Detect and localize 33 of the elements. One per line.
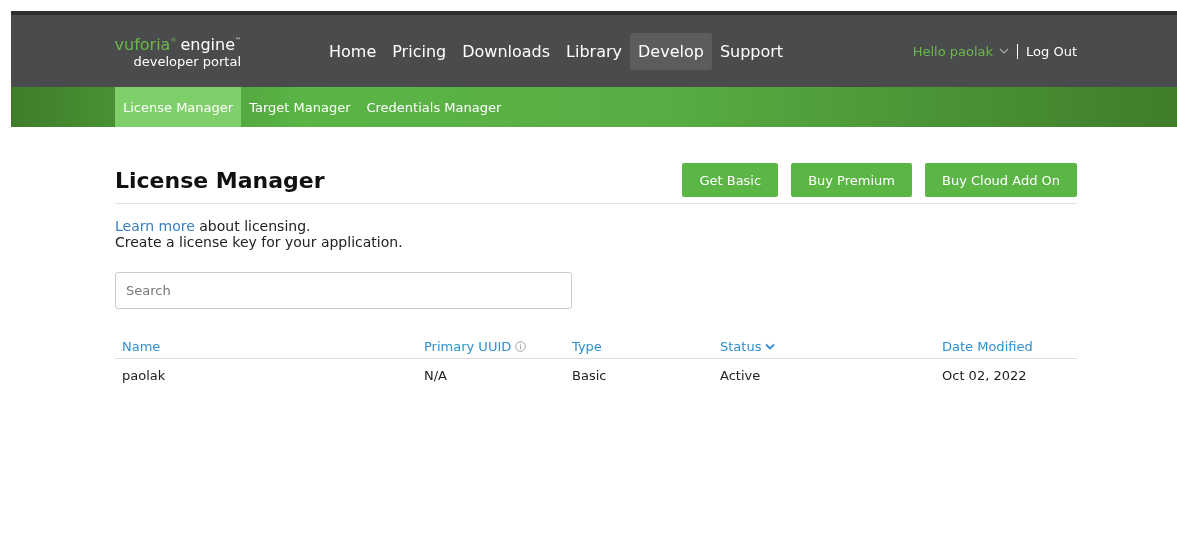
- column-header[interactable]: Primary UUID: [424, 339, 512, 354]
- user-menu[interactable]: Hello paolak: [912, 43, 1019, 59]
- subnav-tab[interactable]: Credentials Manager: [358, 87, 510, 127]
- logo-brand: vuforia: [114, 36, 171, 54]
- action-button[interactable]: Buy Cloud Add On: [924, 163, 1077, 197]
- search-field[interactable]: Search: [115, 272, 572, 309]
- subnav-tab[interactable]: Target Manager: [241, 87, 359, 127]
- logo-product: engine: [180, 36, 235, 54]
- intro-text: Learn more about licensing.: [115, 218, 312, 234]
- learn-more-link[interactable]: Learn more: [115, 218, 195, 234]
- chevron-down-icon: [999, 48, 1010, 54]
- subnav-tab[interactable]: License Manager: [115, 87, 242, 127]
- table-cell-text: Basic: [571, 367, 608, 385]
- table-cell-text: paolak: [121, 367, 167, 385]
- nav-link[interactable]: Support: [711, 32, 792, 70]
- column-header[interactable]: Date Modified: [942, 339, 1033, 354]
- table-cell-text: N/A: [423, 367, 448, 385]
- nav-link[interactable]: Pricing: [384, 32, 455, 70]
- nav-link[interactable]: Develop: [630, 32, 712, 70]
- logout-link[interactable]: Log Out: [1018, 43, 1077, 59]
- column-header[interactable]: Type: [572, 339, 602, 354]
- logo-tagline: developer portal: [133, 54, 241, 70]
- action-button[interactable]: Buy Premium: [791, 163, 912, 197]
- table-cell-text: Oct 02, 2022: [941, 367, 1028, 385]
- column-header[interactable]: Name: [122, 339, 161, 354]
- table-cell-text: Active: [719, 367, 762, 385]
- intro-text: Create a license key for your application.: [115, 234, 404, 250]
- action-button[interactable]: Get Basic: [682, 163, 779, 197]
- nav-link[interactable]: Downloads: [454, 32, 559, 70]
- page-title: License Manager: [115, 167, 325, 193]
- nav-link[interactable]: Library: [558, 32, 630, 70]
- nav-link[interactable]: Home: [321, 32, 385, 70]
- column-header[interactable]: Status: [720, 339, 762, 354]
